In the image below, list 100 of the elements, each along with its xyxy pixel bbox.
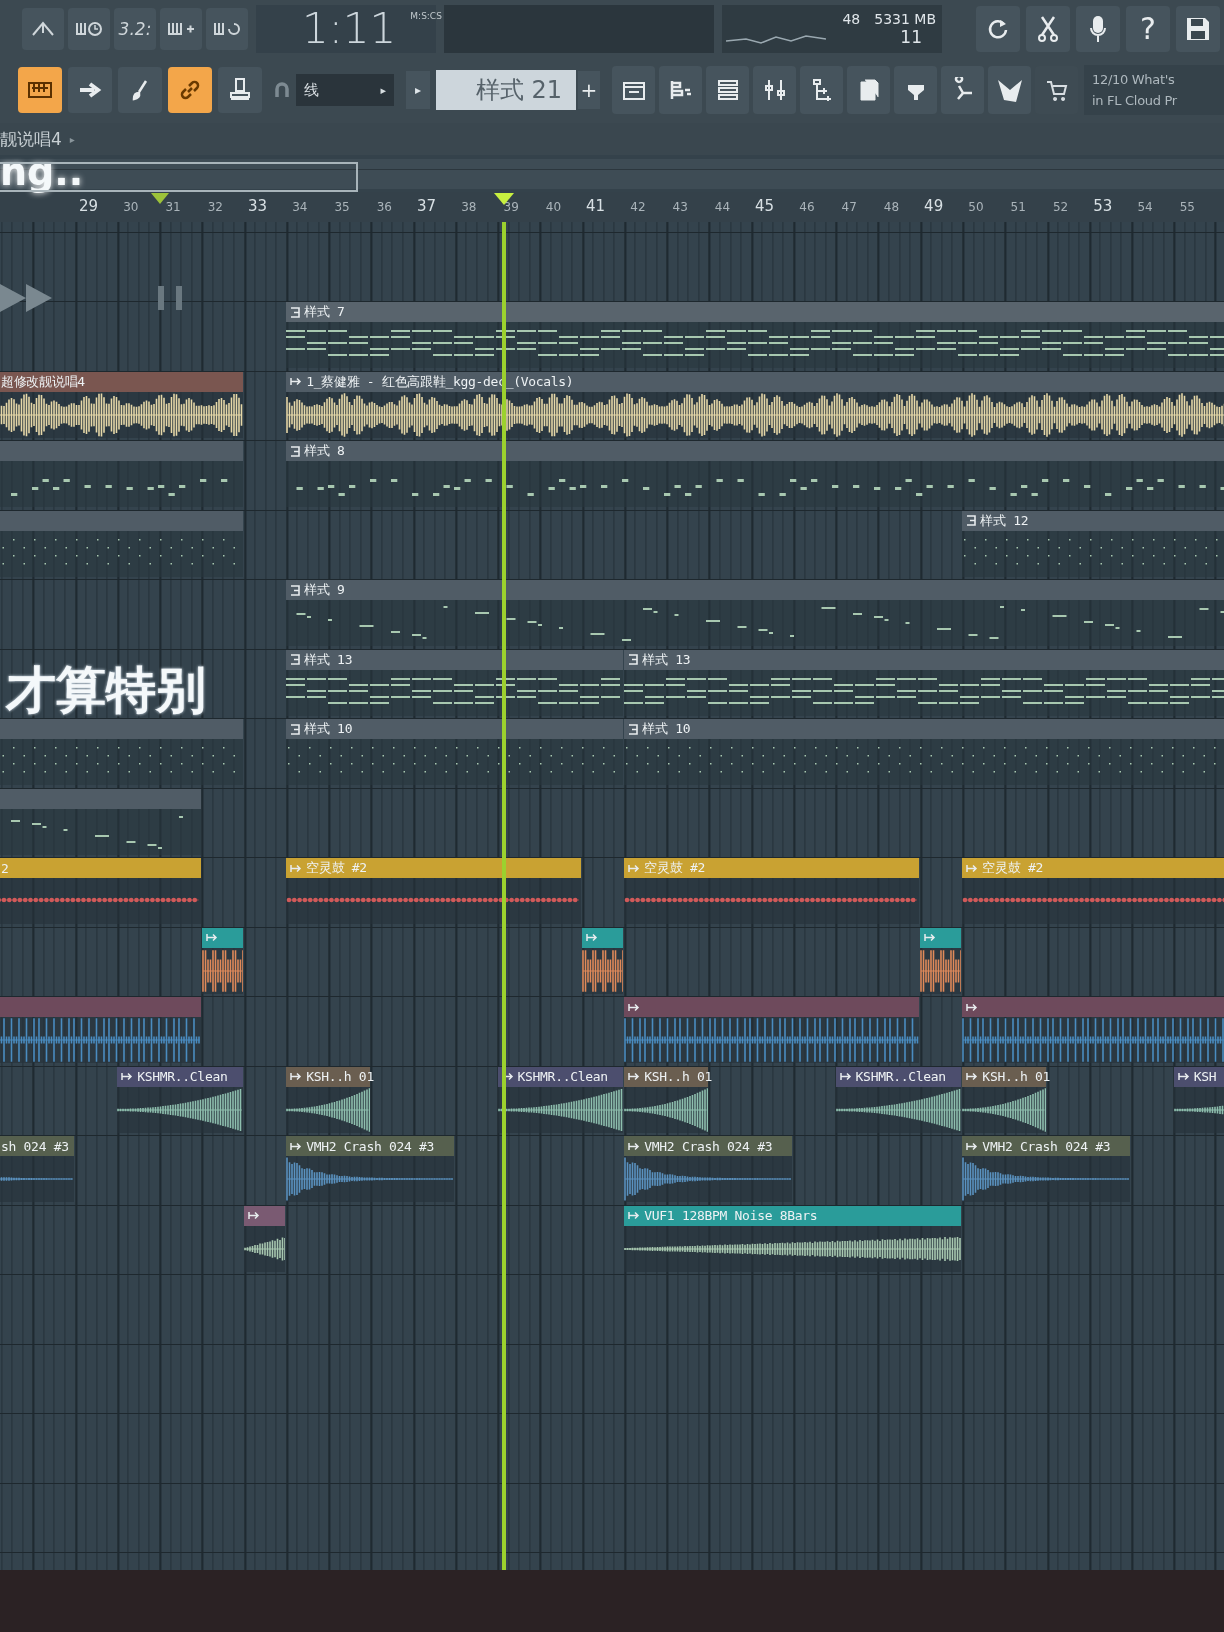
scissors-icon: [1036, 14, 1060, 43]
browser-button[interactable]: [800, 66, 843, 114]
clip-title: VMH2 Crash 024 #3: [644, 1138, 773, 1154]
clip-header[interactable]: [0, 441, 243, 461]
arrow-tool-button[interactable]: [68, 67, 112, 113]
audio-clip-icon: [628, 1211, 641, 1220]
channel-rack-button[interactable]: [612, 66, 655, 114]
bar-number: 35: [334, 200, 350, 214]
save-button[interactable]: [1176, 5, 1220, 52]
bar-number: 53: [1093, 197, 1113, 215]
render-button[interactable]: [988, 66, 1031, 114]
clip-header[interactable]: sh 024 #3: [0, 1136, 74, 1156]
audio-clip-icon: [628, 863, 641, 873]
clip-header[interactable]: VMH2 Crash 024 #3: [962, 1136, 1131, 1156]
mixer-button[interactable]: [753, 66, 796, 114]
bar-number: 32: [207, 200, 223, 214]
clip-header[interactable]: [0, 788, 201, 809]
clip-header[interactable]: [0, 997, 201, 1017]
audio-clip-icon: [924, 933, 937, 942]
clip-title: KSHMR..Clean: [137, 1069, 228, 1084]
clip-header[interactable]: 样式 7: [286, 302, 1224, 322]
bar-number: 49: [924, 197, 944, 215]
clip-header[interactable]: 样式 10: [286, 719, 624, 739]
playlist-button[interactable]: [706, 66, 749, 114]
clip-header[interactable]: [624, 997, 920, 1017]
clip-header[interactable]: [243, 1205, 286, 1226]
bar-number: 46: [799, 200, 815, 214]
clip-header[interactable]: 样式 12: [962, 510, 1224, 531]
clip-title: sh 024 #3: [1, 1138, 69, 1154]
clip-header[interactable]: [962, 997, 1224, 1017]
clip-title: KSHMR..Clean: [517, 1069, 608, 1084]
clip-title: 空灵鼓 #2: [306, 859, 367, 877]
bar-number: 36: [376, 200, 392, 214]
clip-header[interactable]: KSHMR..Clean: [835, 1066, 962, 1087]
clip-header[interactable]: 样式 9: [286, 580, 1224, 600]
performer-button[interactable]: [941, 66, 984, 114]
pattern-selector[interactable]: 样式 21: [436, 70, 576, 110]
record-timer-button[interactable]: [68, 7, 110, 50]
time-readout: 1:11: [302, 4, 397, 53]
stamp-icon: [228, 77, 252, 103]
bar-number: 52: [1052, 200, 1069, 214]
audio-clip-icon: [628, 1141, 641, 1151]
record-button[interactable]: [1076, 5, 1120, 52]
brush-tool-button[interactable]: [118, 67, 162, 113]
plugin-button[interactable]: [894, 66, 937, 114]
loop-pattern-button[interactable]: [206, 7, 248, 50]
clip-header[interactable]: VMH2 Crash 024 #3: [286, 1136, 455, 1156]
link-icon: [178, 78, 202, 102]
pattern-icon: [290, 654, 301, 665]
cut-button[interactable]: [1026, 5, 1070, 52]
clip-header[interactable]: [201, 927, 243, 948]
link-button[interactable]: [168, 67, 212, 113]
audio-clip-icon: [247, 1211, 260, 1220]
clip-header[interactable]: 样式 10: [624, 719, 1224, 739]
magnet-icon: [274, 81, 290, 99]
clip-header[interactable]: [0, 719, 243, 739]
clip-header[interactable]: [920, 927, 962, 948]
cpu-readout: 48: [842, 10, 861, 27]
overlay-caption: ng..: [0, 150, 84, 194]
arrow-icon: [78, 80, 102, 100]
breadcrumb-arrow[interactable]: ▸: [69, 133, 75, 145]
add-pattern-button[interactable]: [160, 7, 202, 50]
audio-clip-icon: [628, 1072, 641, 1081]
clip-title: 样式 7: [304, 303, 345, 321]
project-button[interactable]: [847, 66, 890, 114]
bar-number: 33: [247, 197, 268, 215]
snap-dropdown[interactable]: 线 ▸: [296, 74, 394, 106]
clip-header[interactable]: VMH2 Crash 024 #3: [624, 1136, 793, 1156]
snap-readout-button[interactable]: 3.2:: [114, 7, 156, 50]
lyric-subtitle: 才算特别: [6, 662, 206, 718]
clip-header[interactable]: [0, 510, 243, 531]
bar-number: 44: [714, 200, 731, 214]
clip-title: 样式 8: [304, 442, 345, 460]
undo-button[interactable]: [976, 5, 1020, 52]
piano-roll-button[interactable]: [18, 67, 62, 113]
clip-header[interactable]: KSHMR..Clean: [117, 1066, 243, 1087]
bar-number: 37: [416, 197, 437, 215]
brush-icon: [130, 79, 150, 101]
clip-header[interactable]: [582, 927, 624, 948]
bar-number: 45: [755, 197, 775, 215]
step-sequencer-button[interactable]: [659, 66, 702, 114]
audio-clip-icon: [839, 1072, 852, 1081]
stamp-button[interactable]: [218, 67, 262, 113]
clip-header[interactable]: 样式 8: [286, 441, 1224, 461]
hint-text: in FL Cloud Pr: [1092, 92, 1178, 110]
pattern-prev-button[interactable]: ▸: [406, 71, 430, 109]
pattern-icon: [290, 584, 301, 596]
audio-clip-icon: [290, 1141, 303, 1151]
add-pattern-button[interactable]: +: [578, 71, 600, 109]
help-button[interactable]: ?: [1126, 5, 1170, 52]
clip-header[interactable]: 超修改靓说唱4: [0, 371, 243, 392]
clip-title: KSH: [1193, 1069, 1217, 1084]
clip-header[interactable]: KSH: [1173, 1066, 1224, 1087]
clip-header[interactable]: 样式 13: [624, 649, 1224, 670]
tempo-button[interactable]: [22, 7, 64, 50]
pattern-icon: [290, 723, 301, 735]
waveform-drawing: [582, 947, 624, 994]
bar-number: 29: [78, 197, 98, 215]
bar-number: 34: [292, 200, 308, 214]
clip-title: VUF1 128BPM Noise 8Bars: [644, 1208, 818, 1223]
